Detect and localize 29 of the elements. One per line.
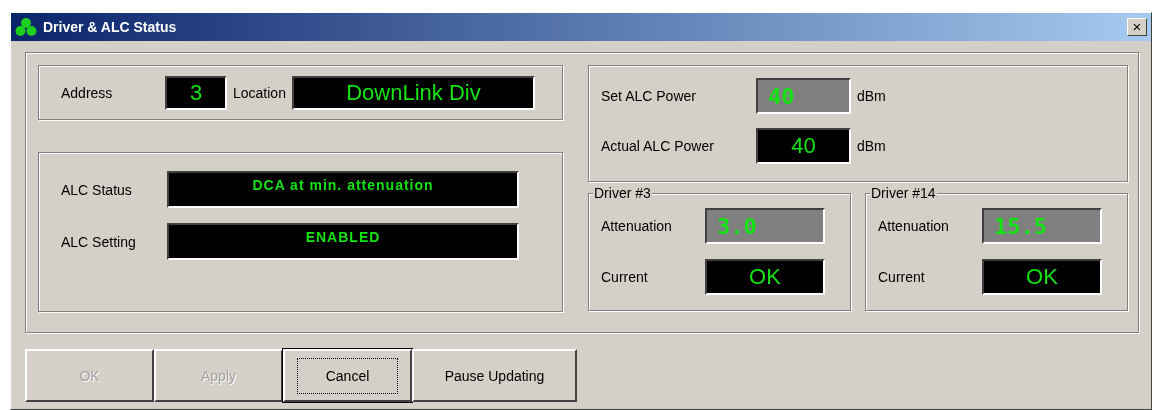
status-display: ENABLED (167, 223, 519, 260)
location-display: DownLink Div (291, 75, 535, 110)
value-display: OK (982, 259, 1102, 295)
group-title: Driver #3 (593, 185, 652, 201)
field-label: Current (601, 269, 649, 285)
field-label: ALC Setting (61, 233, 137, 250)
unit-label: dBm (857, 88, 886, 104)
power-display: 40 (756, 78, 851, 114)
dialog-button[interactable]: Pause Updating (412, 349, 577, 402)
location-label: Location (233, 84, 286, 101)
dialog-button[interactable]: Cancel (283, 349, 412, 402)
field-label: Actual ALC Power (601, 138, 715, 154)
group-title: Driver #14 (870, 185, 937, 201)
field-label: ALC Status (61, 181, 133, 198)
power-display: 40 (756, 128, 851, 164)
close-button[interactable]: × (1127, 18, 1147, 36)
field-label: Set ALC Power (601, 88, 697, 104)
window-title: Driver & ALC Status (43, 19, 178, 35)
address-label: Address (61, 84, 114, 101)
field-label: Attenuation (878, 218, 950, 234)
unit-label: dBm (857, 138, 886, 154)
address-display: 3 (165, 75, 227, 110)
field-label: Attenuation (601, 218, 673, 234)
app-icon (15, 17, 37, 37)
value-display: 3.0 (705, 208, 825, 244)
value-display: 15.5 (982, 208, 1102, 244)
field-label: Current (878, 269, 926, 285)
value-display: OK (705, 259, 825, 295)
status-display: DCA at min. attenuation (167, 171, 519, 208)
